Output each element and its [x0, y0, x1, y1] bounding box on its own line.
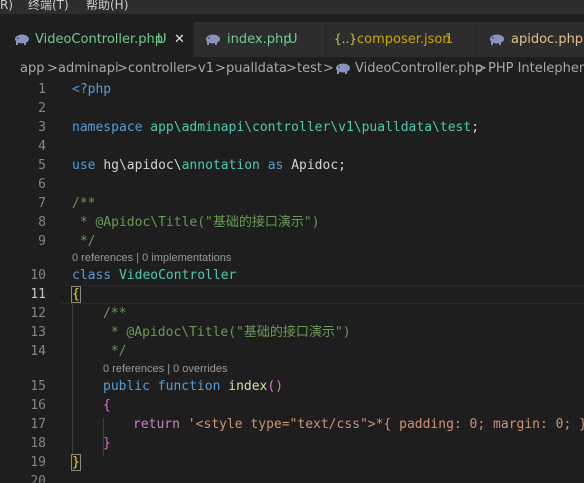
punctuation: ;	[471, 120, 480, 135]
code-line: namespace app\adminapi\controller\v1\pua…	[72, 118, 479, 137]
code-line: {	[71, 285, 81, 304]
breadcrumb-item[interactable]: v1	[198, 57, 214, 81]
php-elephant-icon	[204, 22, 221, 57]
tab-apidoc[interactable]: apidoc.php M	[477, 22, 584, 57]
menu-item-help[interactable]: 帮助(H)	[86, 0, 128, 12]
line-number: 9	[38, 234, 46, 249]
tab-bar: VideoController.php U ✕ index.php U {..}…	[0, 22, 584, 57]
docblock-line: */	[103, 344, 127, 359]
keyword: class	[72, 268, 112, 283]
tab-label: VideoController.php	[35, 32, 164, 47]
tab-label: apidoc.php	[511, 32, 584, 47]
breadcrumb-item[interactable]: app	[20, 57, 44, 81]
menu-item-partial[interactable]: R)	[0, 0, 13, 12]
line-number: 10	[30, 268, 46, 283]
line-number: 17	[30, 417, 46, 432]
tab-index[interactable]: index.php U	[194, 22, 326, 57]
breadcrumb-separator: >	[323, 61, 334, 76]
code-line: class VideoController	[72, 266, 236, 285]
keyword: use	[72, 158, 96, 173]
codelens-references[interactable]: 0 references | 0 implementations	[72, 251, 231, 265]
json-braces-icon: {..}	[334, 32, 357, 46]
parens: ()	[267, 379, 284, 394]
alias: Apidoc;	[291, 158, 346, 173]
breadcrumb-item[interactable]: controller	[128, 57, 190, 81]
line-number: 1	[38, 82, 46, 97]
line-number: 2	[38, 101, 46, 116]
code-line: <?php	[72, 80, 111, 99]
line-number: 5	[38, 158, 46, 173]
namespace-path: app\adminapi\controller\v1\pualldata\tes…	[150, 120, 472, 135]
tab-composer[interactable]: {..} composer.json 1	[326, 22, 477, 57]
breadcrumb-item[interactable]: VideoController.php	[355, 57, 483, 81]
brace-open: {	[71, 286, 81, 303]
tab-status-badge: 1	[445, 32, 454, 47]
docblock-line: /**	[103, 306, 127, 321]
breadcrumb-item[interactable]: test	[297, 57, 322, 81]
menu-bar: R) 终端(T) 帮助(H)	[0, 0, 584, 14]
tab-status-badge: U	[288, 32, 298, 47]
codelens-references[interactable]: 0 references | 0 overrides	[103, 362, 228, 376]
keyword: return	[133, 417, 180, 432]
close-icon[interactable]: ✕	[174, 22, 185, 57]
brace-open: {	[103, 398, 111, 413]
line-number: 4	[38, 139, 46, 154]
line-number: 18	[30, 436, 46, 451]
line-number: 12	[30, 306, 46, 321]
breadcrumb-separator: >	[215, 61, 226, 76]
tab-videocontroller[interactable]: VideoController.php U ✕	[0, 22, 194, 57]
code-editor[interactable]: 1 2 3 4 5 6 7 8 9 10 11 12 13 14 15 16 1…	[0, 80, 584, 483]
breadcrumb: app > adminapi > controller > v1 > puall…	[0, 57, 584, 81]
use-path: hg\apidoc\	[103, 158, 182, 173]
use-path-segment: annotation	[181, 158, 260, 173]
line-number: 13	[30, 325, 46, 340]
keyword: function	[157, 379, 221, 394]
breadcrumb-separator: >	[47, 61, 58, 76]
php-elephant-icon	[334, 57, 351, 81]
line-number: 14	[30, 344, 46, 359]
php-elephant-icon	[13, 22, 30, 57]
keyword: namespace	[72, 120, 143, 135]
breadcrumb-separator: >	[187, 61, 198, 76]
code-line: public function index()	[103, 377, 283, 396]
php-elephant-icon	[488, 22, 505, 57]
breadcrumb-separator: >	[286, 61, 297, 76]
docblock-line: * @Apidoc\Title("基础的接口演示")	[72, 215, 320, 230]
line-number: 7	[38, 196, 46, 211]
tab-status-badge: U	[157, 32, 167, 47]
menu-item-terminal[interactable]: 终端(T)	[28, 0, 69, 12]
indent-guide	[72, 304, 73, 456]
code-line: return '<style type="text/css">*{ paddin…	[133, 415, 584, 434]
breadcrumb-separator: >	[117, 61, 128, 76]
function-name: index	[228, 379, 268, 394]
line-number-current: 11	[30, 287, 46, 302]
line-number: 8	[38, 215, 46, 230]
breadcrumb-separator: >	[476, 61, 487, 76]
line-number: 19	[30, 455, 46, 470]
keyword: public	[103, 379, 150, 394]
php-open-tag: <?php	[72, 82, 112, 97]
docblock-line: */	[72, 234, 96, 249]
breadcrumb-item[interactable]: PHP Intelephense	[488, 57, 584, 81]
line-number: 15	[30, 379, 46, 394]
breadcrumb-item[interactable]: pualldata	[226, 57, 287, 81]
line-number: 6	[38, 177, 46, 192]
tab-label: composer.json	[357, 32, 451, 47]
keyword: as	[267, 158, 284, 173]
brace-close: }	[71, 454, 81, 471]
breadcrumb-item[interactable]: adminapi	[58, 57, 119, 81]
code-line: use hg\apidoc\annotation as Apidoc;	[72, 156, 346, 175]
class-name: VideoController	[118, 268, 237, 283]
string-literal: '<style type="text/css">*{ padding: 0; m…	[187, 417, 584, 432]
current-line-highlight	[60, 285, 584, 304]
docblock-line: /**	[72, 196, 96, 211]
line-number: 16	[30, 398, 46, 413]
docblock-line: * @Apidoc\Title("基础的接口演示")	[103, 325, 351, 340]
line-number: 3	[38, 120, 46, 135]
brace-close: }	[103, 436, 111, 451]
line-number: 20	[30, 474, 46, 483]
tab-label: index.php	[227, 32, 292, 47]
code-line: }	[71, 453, 81, 472]
